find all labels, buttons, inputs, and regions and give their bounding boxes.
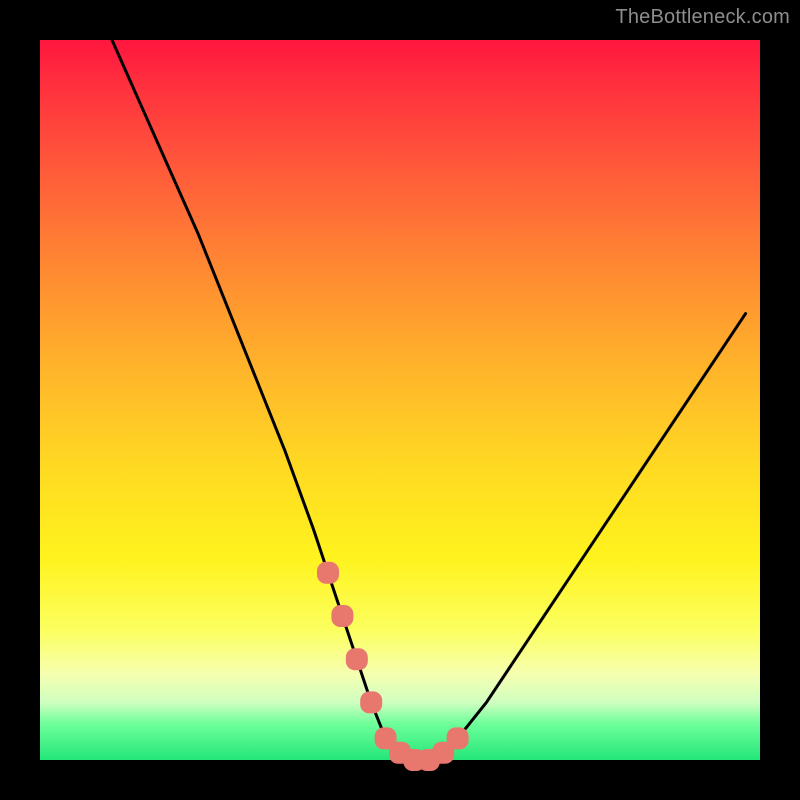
valley-marker bbox=[346, 648, 368, 670]
watermark-text: TheBottleneck.com bbox=[615, 6, 790, 29]
valley-marker bbox=[331, 605, 353, 627]
chart-frame: TheBottleneck.com bbox=[0, 0, 800, 800]
chart-svg bbox=[40, 40, 760, 760]
valley-marker bbox=[317, 562, 339, 584]
valley-marker bbox=[447, 727, 469, 749]
bottleneck-curve bbox=[112, 40, 746, 760]
valley-marker bbox=[360, 691, 382, 713]
chart-plot-area bbox=[40, 40, 760, 760]
valley-markers bbox=[317, 562, 469, 771]
